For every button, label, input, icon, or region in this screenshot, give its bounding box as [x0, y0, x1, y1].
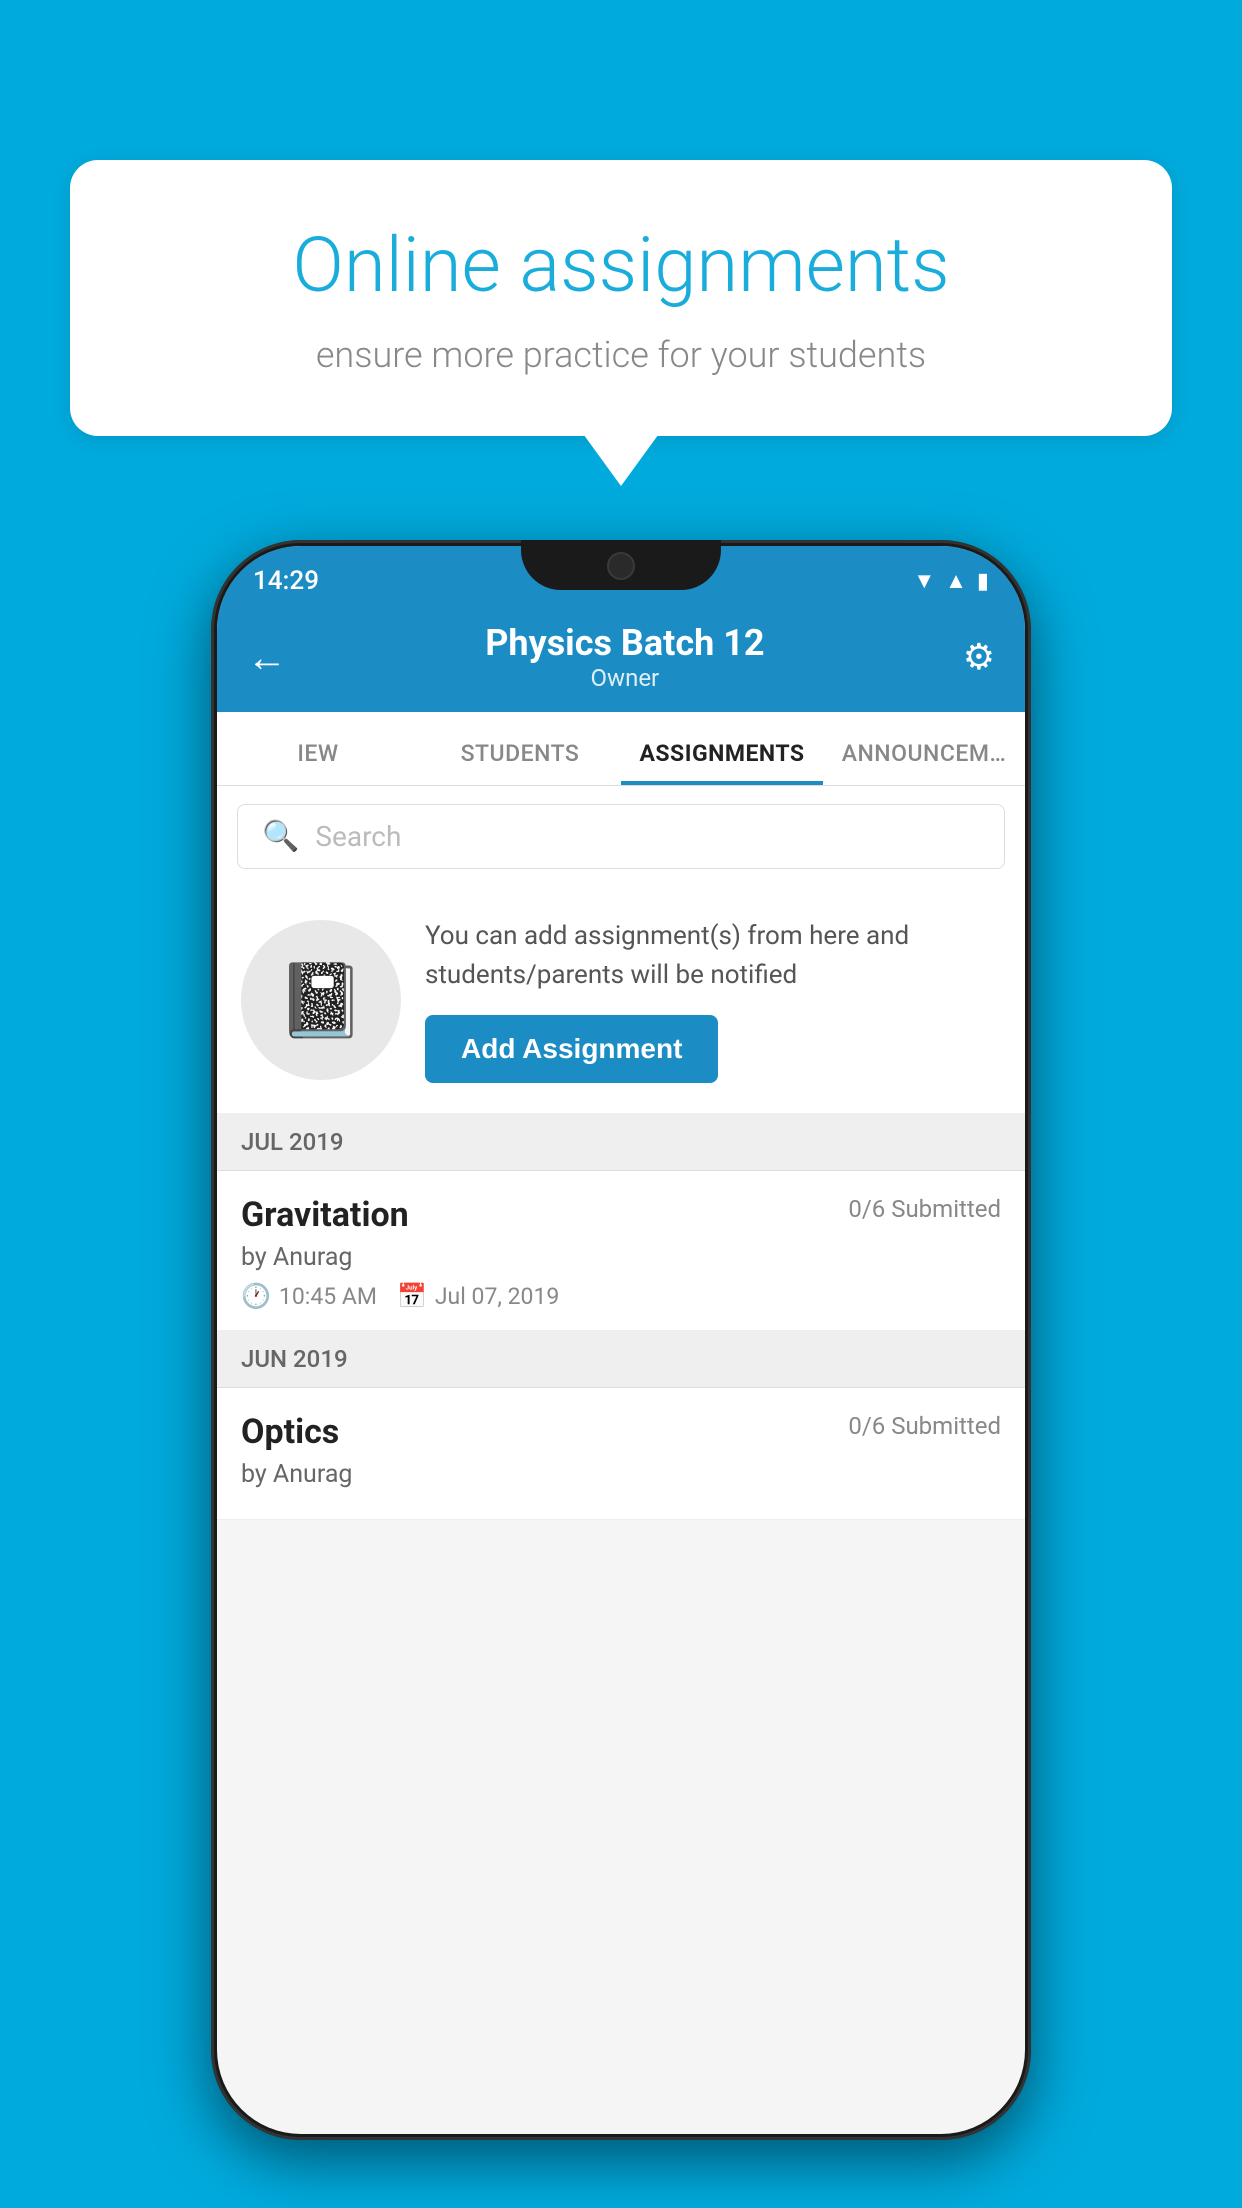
status-icons: ▼ ▲ ▮	[913, 568, 989, 594]
tabs-container: IEW STUDENTS ASSIGNMENTS ANNOUNCEM…	[217, 712, 1025, 786]
phone-camera	[607, 552, 635, 580]
calendar-icon: 📅	[397, 1282, 427, 1310]
app-header: ← Physics Batch 12 Owner ⚙	[217, 606, 1025, 712]
phone-screen: 14:29 ▼ ▲ ▮ ← Physics Batch 12 Owner ⚙ I…	[217, 546, 1025, 2134]
meta-date: 📅 Jul 07, 2019	[397, 1282, 559, 1310]
bubble-subtitle: ensure more practice for your students	[140, 334, 1102, 376]
search-icon: 🔍	[262, 819, 299, 854]
section-header-jul: JUL 2019	[217, 1114, 1025, 1171]
assignment-top-optics: Optics 0/6 Submitted	[241, 1412, 1001, 1452]
promo-icon-circle: 📓	[241, 920, 401, 1080]
promo-content: You can add assignment(s) from here and …	[425, 917, 1001, 1083]
search-bar[interactable]: 🔍 Search	[237, 804, 1005, 869]
tab-students[interactable]: STUDENTS	[419, 712, 621, 785]
assignment-name: Gravitation	[241, 1195, 409, 1235]
promo-section: 📓 You can add assignment(s) from here an…	[217, 887, 1025, 1114]
assignment-item-gravitation[interactable]: Gravitation 0/6 Submitted by Anurag 🕐 10…	[217, 1171, 1025, 1331]
tab-announcements[interactable]: ANNOUNCEM…	[823, 712, 1025, 785]
status-time: 14:29	[253, 566, 319, 596]
search-container: 🔍 Search	[217, 786, 1025, 887]
assignment-submitted: 0/6 Submitted	[848, 1195, 1001, 1223]
promo-description: You can add assignment(s) from here and …	[425, 917, 1001, 995]
header-center: Physics Batch 12 Owner	[287, 622, 963, 692]
tab-assignments[interactable]: ASSIGNMENTS	[621, 712, 823, 785]
bubble-title: Online assignments	[140, 220, 1102, 310]
phone-frame: 14:29 ▼ ▲ ▮ ← Physics Batch 12 Owner ⚙ I…	[211, 540, 1031, 2140]
wifi-icon: ▼	[913, 568, 935, 594]
notebook-icon: 📓	[276, 958, 366, 1043]
assignment-meta: 🕐 10:45 AM 📅 Jul 07, 2019	[241, 1282, 1001, 1310]
meta-time: 🕐 10:45 AM	[241, 1282, 377, 1310]
assignment-time: 10:45 AM	[279, 1283, 377, 1310]
assignment-date: Jul 07, 2019	[435, 1283, 559, 1310]
gear-icon[interactable]: ⚙	[963, 636, 995, 678]
phone-notch	[521, 540, 721, 590]
search-input[interactable]: Search	[315, 820, 401, 853]
speech-bubble: Online assignments ensure more practice …	[70, 160, 1172, 436]
signal-icon: ▲	[945, 568, 967, 594]
tab-iew[interactable]: IEW	[217, 712, 419, 785]
header-subtitle: Owner	[287, 664, 963, 692]
assignment-top: Gravitation 0/6 Submitted	[241, 1195, 1001, 1235]
clock-icon: 🕐	[241, 1282, 271, 1310]
header-title: Physics Batch 12	[287, 622, 963, 664]
assignment-by-optics: by Anurag	[241, 1460, 1001, 1489]
battery-icon: ▮	[977, 569, 989, 594]
section-header-jun: JUN 2019	[217, 1331, 1025, 1388]
assignment-submitted-optics: 0/6 Submitted	[848, 1412, 1001, 1440]
assignment-item-optics[interactable]: Optics 0/6 Submitted by Anurag	[217, 1388, 1025, 1520]
add-assignment-button[interactable]: Add Assignment	[425, 1015, 718, 1083]
phone-container: 14:29 ▼ ▲ ▮ ← Physics Batch 12 Owner ⚙ I…	[211, 540, 1031, 2140]
back-button[interactable]: ←	[247, 634, 287, 681]
assignment-name-optics: Optics	[241, 1412, 339, 1452]
assignment-by: by Anurag	[241, 1243, 1001, 1272]
